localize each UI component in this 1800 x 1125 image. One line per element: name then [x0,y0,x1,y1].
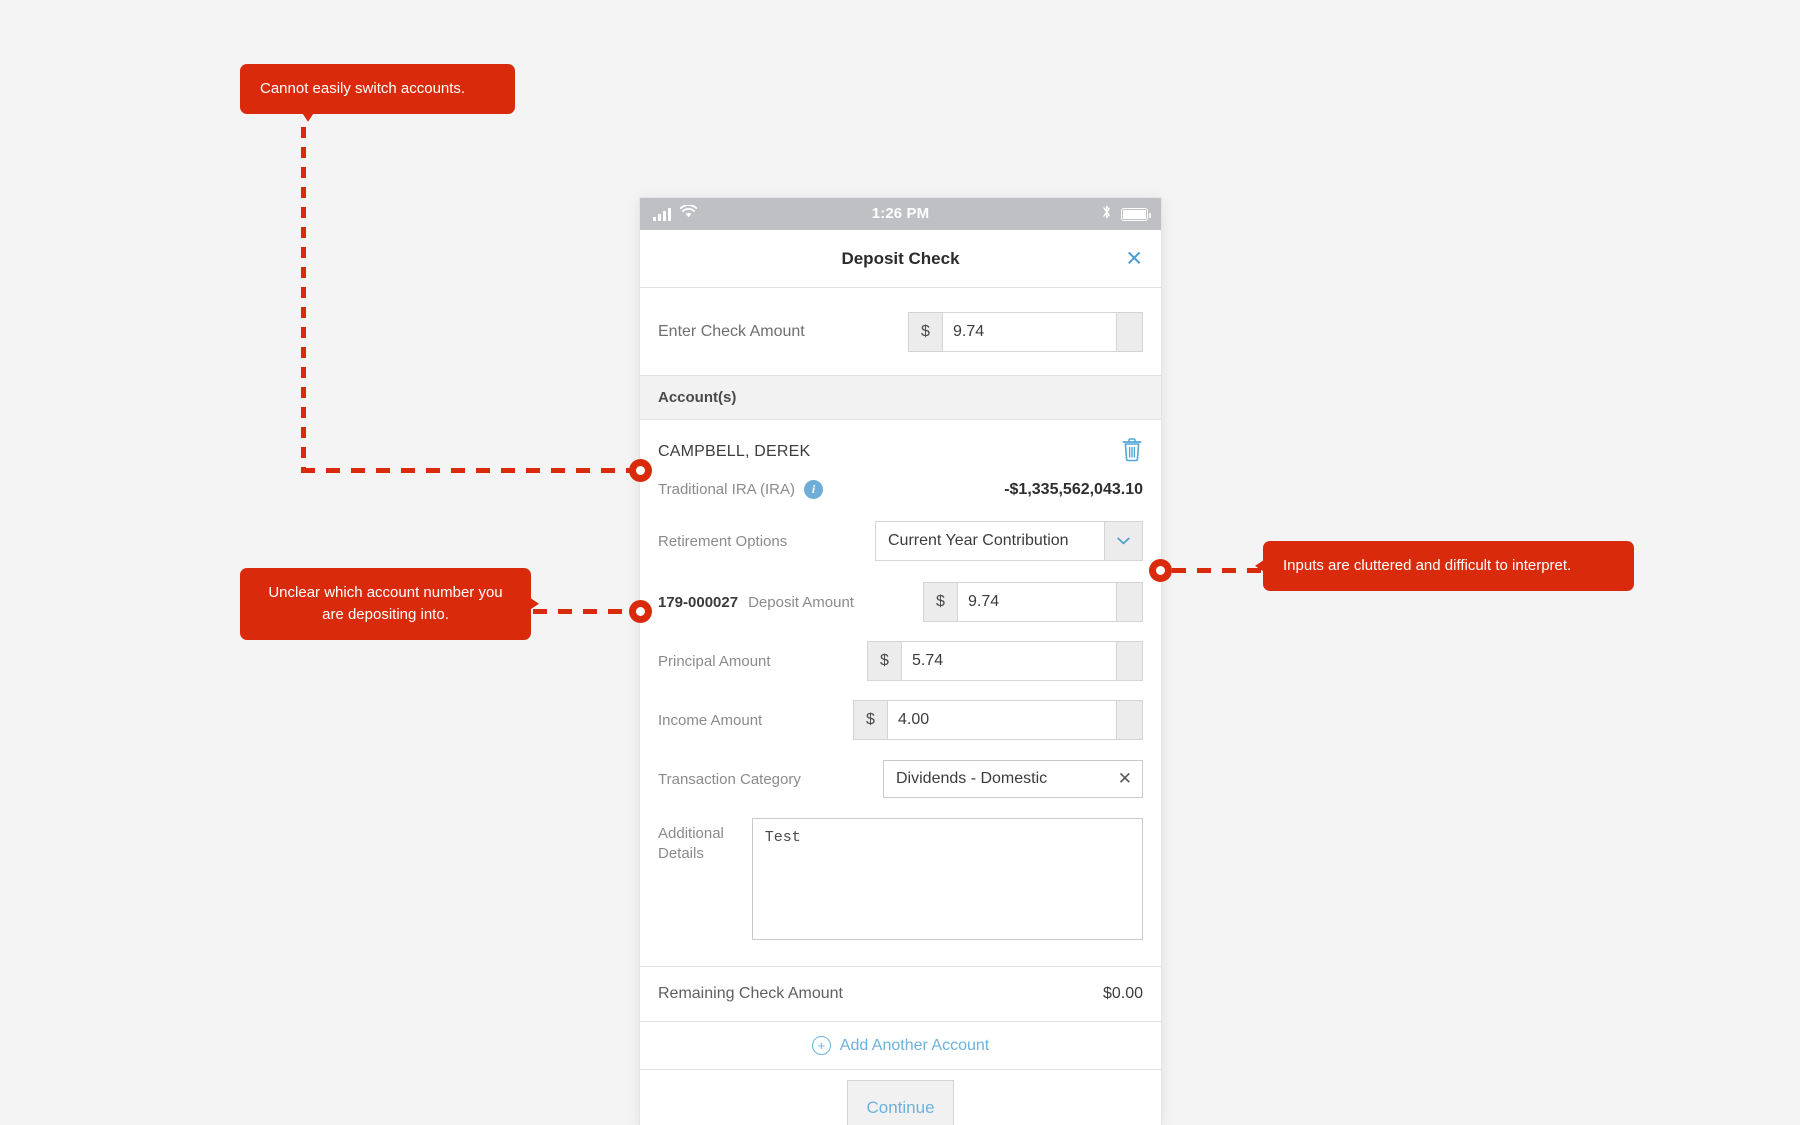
status-bar-clock: 1:26 PM [871,205,930,222]
retirement-options-value: Current Year Contribution [888,532,1069,549]
currency-prefix: $ [909,312,943,351]
deposit-amount-input[interactable]: 9.74 [958,583,1116,621]
retirement-options-label: Retirement Options [658,532,788,550]
clear-icon[interactable]: ✕ [1118,769,1132,789]
status-bar: 1:26 PM [640,198,1161,230]
callout-tail-icon [302,112,314,122]
battery-icon [1121,207,1151,221]
page-title: Deposit Check [841,248,960,268]
annotation-text: Unclear which account number you are dep… [268,584,503,623]
plus-circle-icon: + [811,1036,831,1055]
principal-amount-suffix [1116,642,1142,680]
connector-endpoint-2 [629,600,652,623]
principal-amount-row: Principal Amount $ 5.74 [658,641,1143,681]
annotation-account-number: Unclear which account number you are dep… [240,568,539,640]
currency-prefix: $ [868,642,902,680]
principal-amount-input-group[interactable]: $ 5.74 [867,641,1143,681]
annotation-cluttered-inputs: Inputs are cluttered and difficult to in… [1255,541,1634,591]
accounts-section-header: Account(s) [640,376,1161,420]
callout-tail-icon [530,597,539,610]
check-amount-row: Enter Check Amount $ 9.74 [640,288,1161,376]
additional-details-textarea[interactable]: Test [751,818,1143,940]
transaction-category-label: Transaction Category [658,770,801,788]
modal-header: Deposit Check ✕ [640,230,1161,288]
currency-prefix: $ [854,701,888,739]
income-amount-row: Income Amount $ 4.00 [658,700,1143,740]
principal-amount-label: Principal Amount [658,652,771,670]
income-amount-suffix [1116,701,1142,739]
check-amount-suffix [1116,312,1142,351]
check-amount-input-group[interactable]: $ 9.74 [908,311,1143,352]
deposit-amount-row: 179-000027 Deposit Amount $ 9.74 [658,582,1143,622]
deposit-amount-label: Deposit Amount [748,593,854,611]
add-another-account-label: Add Another Account [839,1036,990,1054]
remaining-check-amount-row: Remaining Check Amount $0.00 [640,966,1161,1022]
check-amount-label: Enter Check Amount [658,322,805,340]
transaction-category-input[interactable]: Dividends - Domestic ✕ [883,760,1143,798]
screenshot-canvas: 1:26 PM Deposit Check ✕ Enter Check Amou… [0,0,1800,1125]
income-amount-input[interactable]: 4.00 [888,701,1116,739]
account-type-label: Traditional IRA (IRA) [658,481,795,498]
continue-button[interactable]: Continue [847,1080,954,1125]
modal-footer: Continue [640,1070,1161,1125]
trash-icon[interactable] [1121,437,1143,467]
retirement-options-select[interactable]: Current Year Contribution [875,521,1143,561]
connector-line-horizontal-2 [533,609,633,614]
annotation-switch-accounts: Cannot easily switch accounts. [240,64,515,122]
additional-details-row: Additional Details Test [658,818,1143,940]
transaction-category-row: Transaction Category Dividends - Domesti… [658,760,1143,798]
deposit-amount-input-group[interactable]: $ 9.74 [923,582,1143,622]
account-balance: -$1,335,562,043.10 [1004,480,1143,498]
form-bottom-spacer [658,940,1143,966]
account-type-row: Traditional IRA (IRA) i -$1,335,562,043.… [658,480,1143,499]
principal-amount-input[interactable]: 5.74 [902,642,1116,680]
phone-mockup: 1:26 PM Deposit Check ✕ Enter Check Amou… [640,198,1161,1125]
add-another-account-button[interactable]: + Add Another Account [640,1022,1161,1070]
currency-prefix: $ [924,583,958,621]
deposit-amount-suffix [1116,583,1142,621]
close-icon[interactable]: ✕ [1125,248,1143,269]
retirement-options-row: Retirement Options Current Year Contribu… [658,521,1143,561]
account-owner-name: CAMPBELL, DEREK [658,443,811,460]
remaining-check-amount-value: $0.00 [1102,985,1143,1002]
annotation-text: Inputs are cluttered and difficult to in… [1283,557,1572,574]
connector-line-horizontal-1 [301,468,636,473]
chevron-down-icon[interactable] [1104,522,1142,560]
account-form: CAMPBELL, DEREK Traditional IRA (IRA) i … [640,420,1161,966]
connector-endpoint-1 [629,459,652,482]
check-amount-input[interactable]: 9.74 [943,312,1116,351]
connector-endpoint-3 [1149,559,1172,582]
account-owner-row: CAMPBELL, DEREK [658,420,1143,467]
additional-details-label: Additional Details [658,825,724,863]
annotation-text: Cannot easily switch accounts. [260,80,466,97]
connector-line-horizontal-3 [1172,568,1265,573]
connector-line-vertical-1 [301,127,306,472]
income-amount-label: Income Amount [658,711,763,729]
transaction-category-value: Dividends - Domestic [896,770,1048,787]
remaining-check-amount-label: Remaining Check Amount [658,985,843,1002]
income-amount-input-group[interactable]: $ 4.00 [853,700,1143,740]
account-number: 179-000027 [658,593,739,611]
info-icon[interactable]: i [804,480,823,499]
